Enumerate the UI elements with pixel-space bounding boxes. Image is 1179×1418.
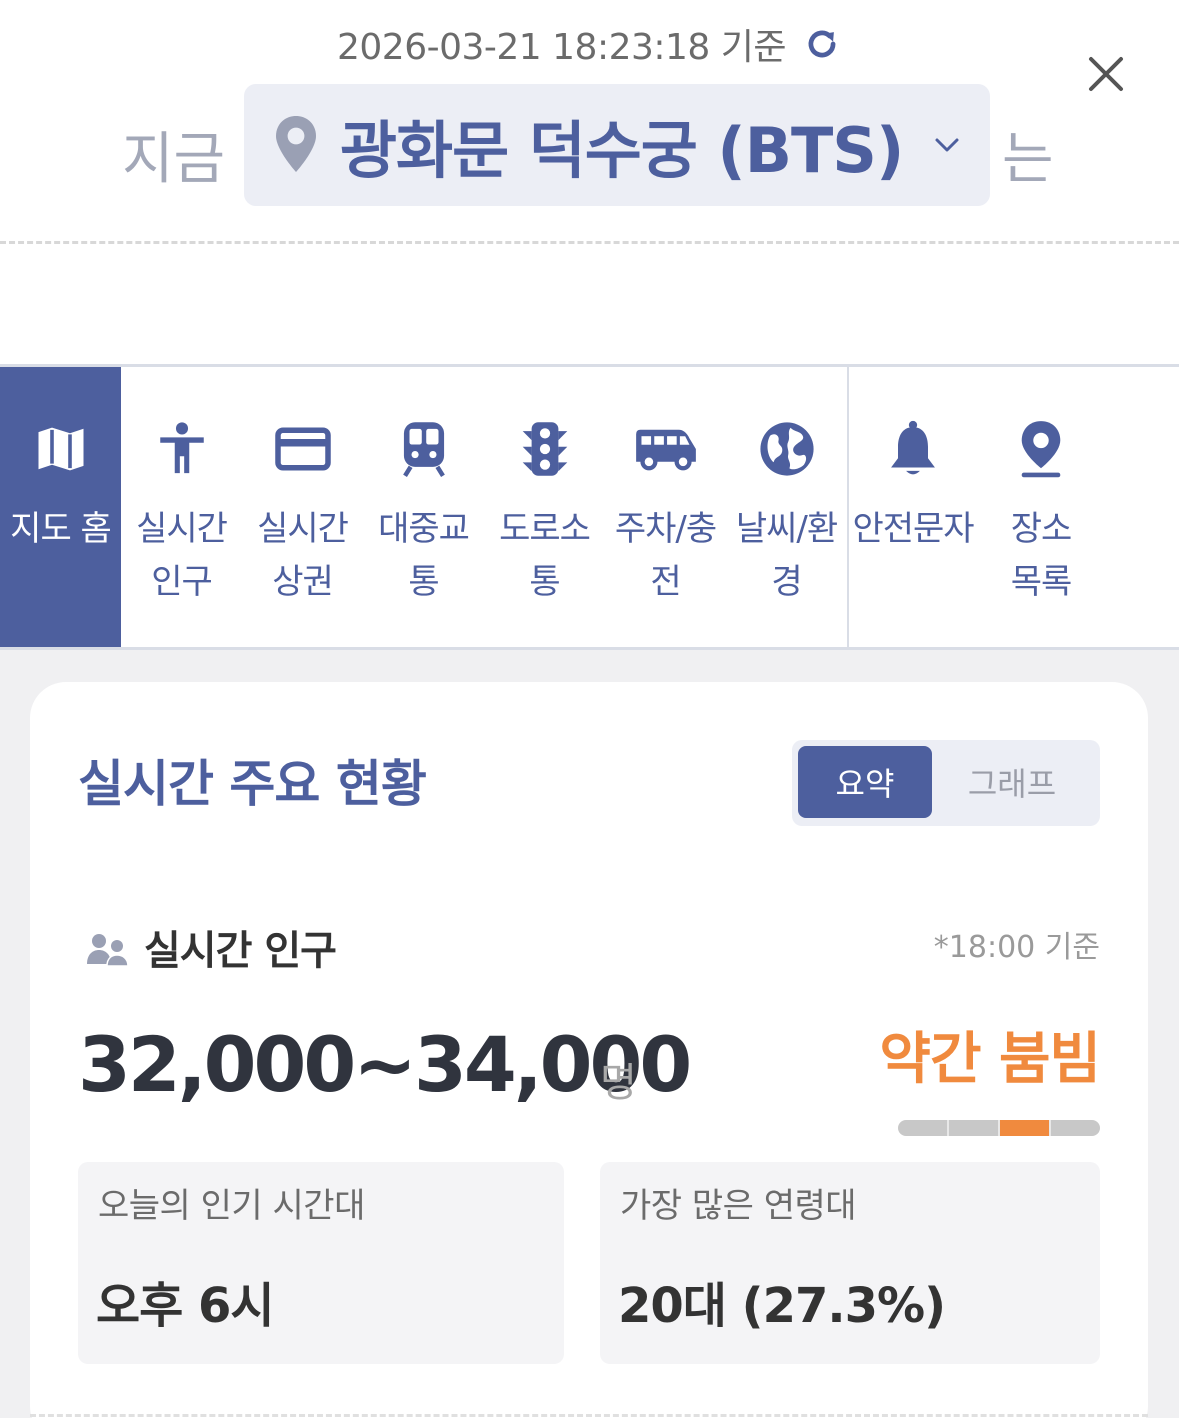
tab-parking-charging[interactable]: 주차/충전	[605, 367, 726, 647]
location-row: 지금 광화문 덕수궁 (BTS) 는	[0, 84, 1179, 208]
tab-public-transit[interactable]: 대중교통	[363, 367, 484, 647]
tab-label: 실시간 상권	[257, 509, 349, 602]
tab-place-list[interactable]: 장소 목록	[977, 367, 1105, 647]
tab-realtime-population[interactable]: 실시간 인구	[121, 367, 242, 647]
top-age-group-box: 가장 많은 연령대 20대 (27.3%)	[600, 1162, 1100, 1364]
category-tabbar: 지도 홈 실시간 인구 실시간 상권 대중교통 도로소통 주차/충전 날씨/환경…	[0, 364, 1179, 650]
level-segment	[1051, 1120, 1100, 1136]
chevron-down-icon	[932, 130, 962, 160]
location-pin-icon	[272, 114, 322, 176]
tab-label: 실시간 인구	[136, 509, 228, 602]
congestion-level-bar	[898, 1120, 1100, 1136]
summary-toggle-button[interactable]: 요약	[798, 746, 932, 818]
bell-icon	[881, 417, 945, 481]
tab-label: 도로소통	[499, 509, 591, 602]
tab-road-traffic[interactable]: 도로소통	[484, 367, 605, 647]
van-icon	[634, 417, 698, 481]
traffic-light-icon	[513, 417, 577, 481]
divider	[0, 241, 1179, 244]
person-icon	[150, 417, 214, 481]
stat-label: 오늘의 인기 시간대	[98, 1186, 365, 1226]
refresh-icon[interactable]	[802, 24, 842, 64]
location-selector[interactable]: 광화문 덕수궁 (BTS)	[244, 84, 990, 206]
tab-map-home[interactable]: 지도 홈	[0, 367, 121, 647]
tab-label: 안전문자	[852, 509, 974, 549]
tab-label: 지도 홈	[10, 509, 112, 549]
tab-label: 대중교통	[378, 509, 470, 602]
people-icon	[86, 932, 130, 968]
divider	[30, 1414, 1148, 1417]
status-card: 실시간 주요 현황 요약 그래프 실시간 인구 *18:00 기준 32,000…	[30, 682, 1148, 1418]
tab-weather-environment[interactable]: 날씨/환경	[726, 367, 847, 647]
section-title: 실시간 인구	[144, 928, 337, 974]
tab-label: 장소 목록	[1010, 509, 1073, 602]
train-icon	[392, 417, 456, 481]
basis-note: *18:00 기준	[933, 930, 1100, 965]
stat-value: 오후 6시	[96, 1278, 275, 1334]
timestamp-row: 2026-03-21 18:23:18 기준	[0, 18, 1179, 70]
level-segment	[1000, 1120, 1051, 1136]
stat-label: 가장 많은 연령대	[620, 1186, 857, 1226]
tab-label: 날씨/환경	[735, 509, 838, 602]
location-name: 광화문 덕수궁 (BTS)	[340, 114, 904, 187]
popular-time-box: 오늘의 인기 시간대 오후 6시	[78, 1162, 564, 1364]
tab-label: 주차/충전	[614, 509, 717, 602]
timestamp: 2026-03-21 18:23:18 기준	[336, 27, 787, 68]
map-icon	[29, 417, 93, 481]
credit-card-icon	[271, 417, 335, 481]
level-segment	[949, 1120, 1000, 1136]
graph-toggle-button[interactable]: 그래프	[942, 746, 1082, 818]
card-title: 실시간 주요 현황	[78, 755, 427, 813]
location-pin-icon	[1009, 417, 1073, 481]
now-prefix: 지금	[122, 127, 226, 192]
tab-realtime-commerce[interactable]: 실시간 상권	[242, 367, 363, 647]
population-range: 32,000~34,000	[78, 1020, 692, 1109]
tab-safety-alerts[interactable]: 안전문자	[849, 367, 977, 647]
congestion-level: 약간 붐빔	[879, 1027, 1101, 1092]
location-suffix: 는	[1002, 127, 1054, 192]
population-unit: 명	[600, 1060, 637, 1106]
stat-value: 20대 (27.3%)	[618, 1278, 946, 1334]
globe-icon	[755, 417, 819, 481]
level-segment	[898, 1120, 949, 1136]
view-toggle: 요약 그래프	[792, 740, 1100, 826]
